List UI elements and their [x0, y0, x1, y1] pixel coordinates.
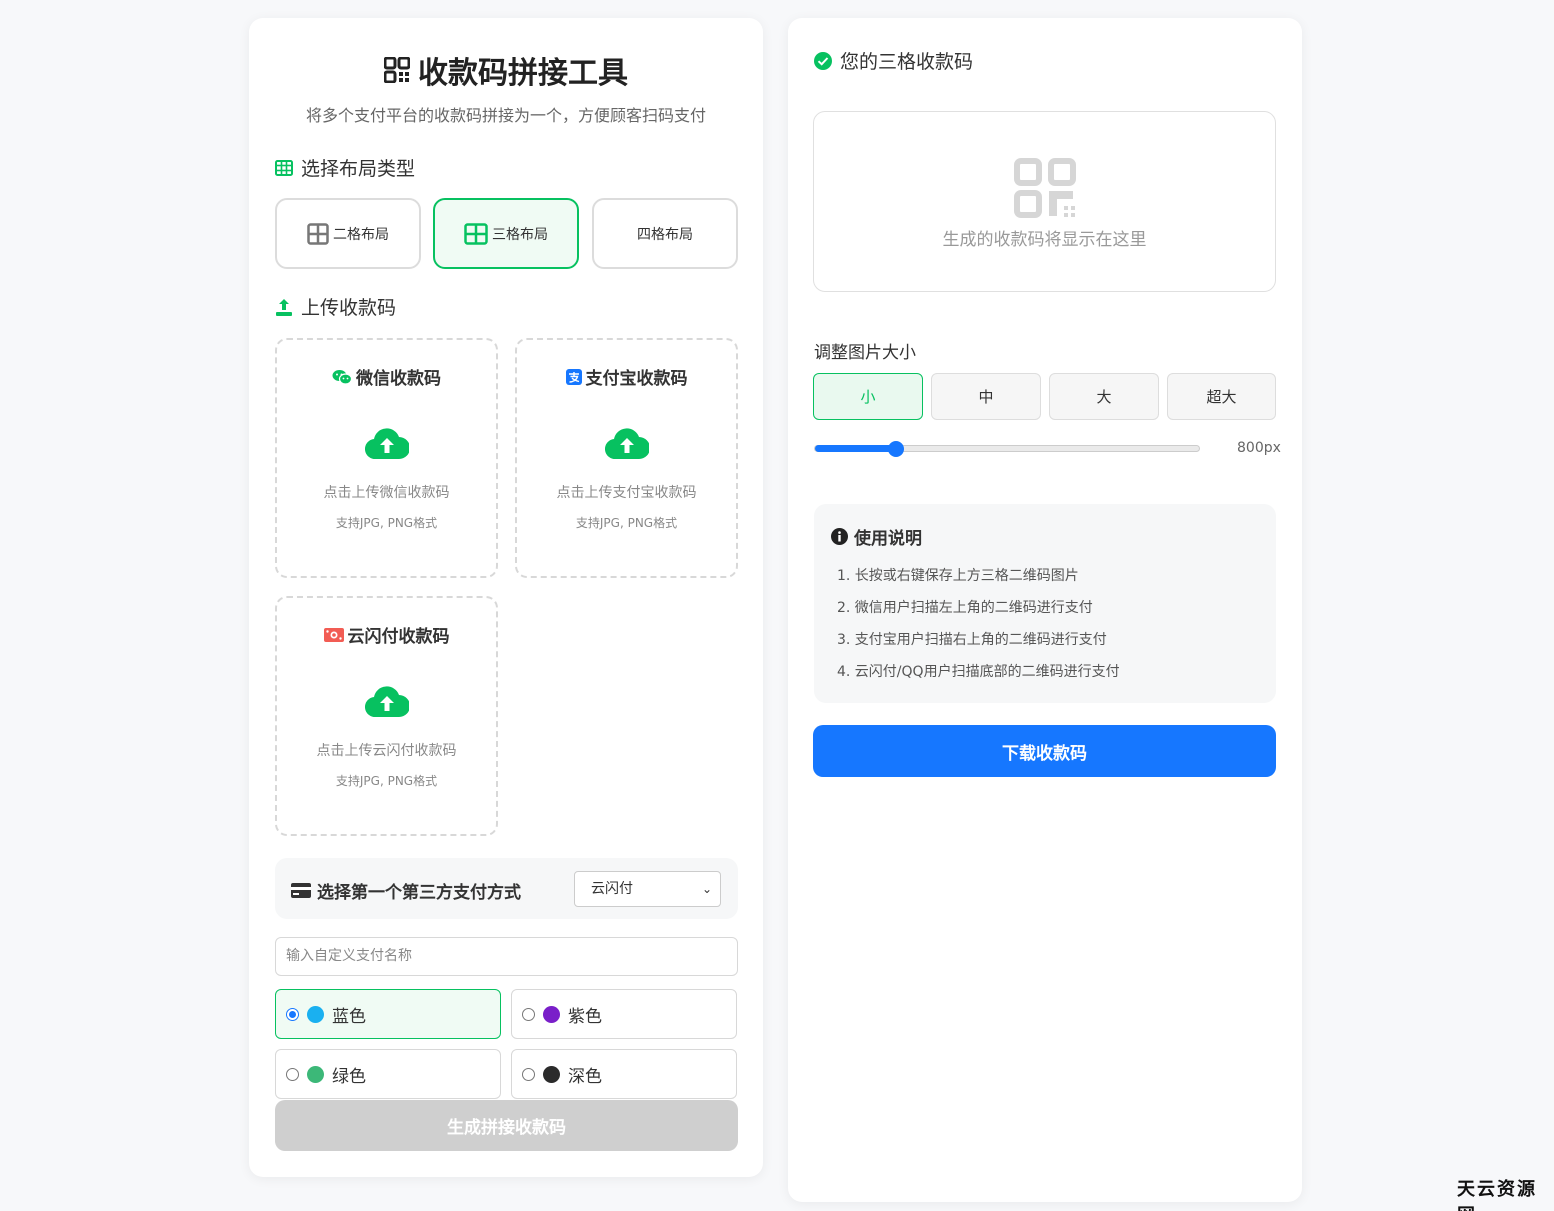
app-title-text: 收款码拼接工具	[418, 56, 628, 91]
size-slider[interactable]	[814, 441, 1200, 457]
radio-button[interactable]	[286, 1067, 299, 1081]
result-heading: 您的三格收款码	[814, 47, 973, 74]
info-circle-icon	[831, 528, 848, 545]
upload-wechat-title: 微信收款码	[277, 364, 496, 389]
alipay-icon	[565, 368, 582, 385]
upload-wechat[interactable]: 微信收款码 点击上传微信收款码 支持JPG, PNG格式	[275, 338, 498, 578]
usage-guide: 使用说明 1. 长按或右键保存上方三格二维码图片 2. 微信用户扫描左上角的二维…	[814, 504, 1276, 703]
third-party-selected-value: 云闪付	[591, 881, 633, 897]
guide-title-text: 使用说明	[854, 529, 922, 549]
color-swatch	[543, 1005, 560, 1023]
upload-alipay[interactable]: 支付宝收款码 点击上传支付宝收款码 支持JPG, PNG格式	[515, 338, 738, 578]
upload-hint: 点击上传支付宝收款码	[556, 485, 697, 501]
upload-unionpay[interactable]: 云闪付收款码 点击上传云闪付收款码 支持JPG, PNG格式	[275, 596, 498, 836]
grid-3-icon	[464, 222, 488, 245]
upload-title-text: 微信收款码	[356, 369, 441, 389]
money-bill-icon	[323, 627, 344, 642]
upload-heading-text: 上传收款码	[301, 297, 397, 319]
qr-preview: 生成的收款码将显示在这里	[813, 111, 1276, 292]
color-option-green[interactable]: 绿色	[275, 1049, 501, 1099]
table-icon	[275, 159, 293, 176]
credit-card-icon	[291, 883, 311, 898]
radio-button[interactable]	[522, 1007, 535, 1021]
third-party-selector: 选择第一个第三方支付方式 云闪付 ⌄	[275, 858, 738, 919]
color-option-blue[interactable]: 蓝色	[275, 989, 501, 1039]
cloud-upload-icon	[277, 428, 496, 460]
grid-2-icon	[307, 222, 329, 245]
custom-payment-name-input[interactable]: 输入自定义支付名称	[275, 937, 738, 976]
guide-steps: 1. 长按或右键保存上方三格二维码图片 2. 微信用户扫描左上角的二维码进行支付…	[837, 560, 1120, 688]
color-option-purple[interactable]: 紫色	[511, 989, 737, 1039]
upload-format: 支持JPG, PNG格式	[335, 774, 438, 788]
size-label: 调整图片大小	[814, 343, 916, 363]
upload-unionpay-title: 云闪付收款码	[277, 622, 496, 647]
preview-placeholder-text: 生成的收款码将显示在这里	[942, 230, 1147, 250]
download-button[interactable]: 下载收款码	[813, 725, 1276, 777]
layout-option-label: 三格布局	[492, 226, 548, 243]
color-option-dark[interactable]: 深色	[511, 1049, 737, 1099]
size-option-medium[interactable]: 中	[931, 373, 1041, 420]
layout-option-three[interactable]: 三格布局	[433, 198, 579, 269]
third-party-select[interactable]: 云闪付 ⌄	[574, 871, 721, 907]
layout-option-two[interactable]: 二格布局	[275, 198, 421, 269]
color-label: 蓝色	[332, 1006, 366, 1027]
upload-alipay-title: 支付宝收款码	[517, 364, 736, 389]
color-label: 绿色	[332, 1066, 366, 1087]
layout-option-label: 四格布局	[637, 226, 693, 243]
size-option-small[interactable]: 小	[813, 373, 923, 420]
config-panel: 收款码拼接工具 将多个支付平台的收款码拼接为一个，方便顾客扫码支付 选择布局类型…	[249, 18, 763, 1177]
layout-heading-text: 选择布局类型	[301, 158, 416, 180]
result-panel: 您的三格收款码 生成的收款码将显示在这里 调整图片大小 小 中 大 超大 800…	[788, 18, 1302, 1202]
cloud-upload-icon	[277, 686, 496, 718]
guide-title: 使用说明	[831, 524, 922, 549]
app-title: 收款码拼接工具	[249, 48, 763, 92]
upload-hint: 点击上传微信收款码	[323, 485, 450, 501]
cloud-upload-icon	[517, 428, 736, 460]
radio-button[interactable]	[286, 1007, 299, 1021]
guide-step: 3. 支付宝用户扫描右上角的二维码进行支付	[837, 632, 1107, 648]
wechat-icon	[332, 369, 352, 385]
watermark: 天云资源网	[1457, 1179, 1537, 1211]
guide-step: 4. 云闪付/QQ用户扫描底部的二维码进行支付	[837, 664, 1120, 680]
upload-hint: 点击上传云闪付收款码	[316, 743, 457, 759]
result-heading-text: 您的三格收款码	[840, 51, 974, 73]
guide-step: 1. 长按或右键保存上方三格二维码图片	[837, 568, 1079, 584]
upload-title-text: 云闪付收款码	[347, 627, 450, 647]
upload-section-heading: 上传收款码	[275, 293, 396, 320]
color-swatch	[307, 1065, 324, 1083]
size-value: 800px	[1237, 440, 1281, 456]
size-option-large[interactable]: 大	[1049, 373, 1159, 420]
check-circle-icon	[814, 51, 832, 70]
radio-button[interactable]	[522, 1067, 535, 1081]
chevron-down-icon: ⌄	[701, 882, 712, 896]
layout-option-four[interactable]: 四格布局	[592, 198, 738, 269]
app-subtitle: 将多个支付平台的收款码拼接为一个，方便顾客扫码支付	[305, 106, 706, 125]
guide-step: 2. 微信用户扫描左上角的二维码进行支付	[837, 600, 1093, 616]
color-label: 深色	[568, 1066, 602, 1087]
upload-format: 支持JPG, PNG格式	[575, 516, 678, 530]
slider-fill	[815, 445, 896, 452]
qrcode-placeholder-icon	[1014, 158, 1076, 218]
layout-section-heading: 选择布局类型	[275, 154, 415, 181]
color-swatch	[543, 1065, 560, 1083]
color-label: 紫色	[568, 1006, 602, 1027]
upload-title-text: 支付宝收款码	[585, 369, 688, 389]
generate-button[interactable]: 生成拼接收款码	[275, 1100, 738, 1151]
layout-option-label: 二格布局	[333, 226, 389, 243]
third-party-label: 选择第一个第三方支付方式	[291, 878, 521, 903]
upload-icon	[276, 298, 292, 316]
size-option-xlarge[interactable]: 超大	[1167, 373, 1276, 420]
qrcode-icon	[384, 57, 410, 83]
third-party-label-text: 选择第一个第三方支付方式	[317, 883, 521, 903]
upload-format: 支持JPG, PNG格式	[335, 516, 438, 530]
slider-thumb[interactable]	[888, 441, 904, 457]
color-swatch	[307, 1005, 324, 1023]
